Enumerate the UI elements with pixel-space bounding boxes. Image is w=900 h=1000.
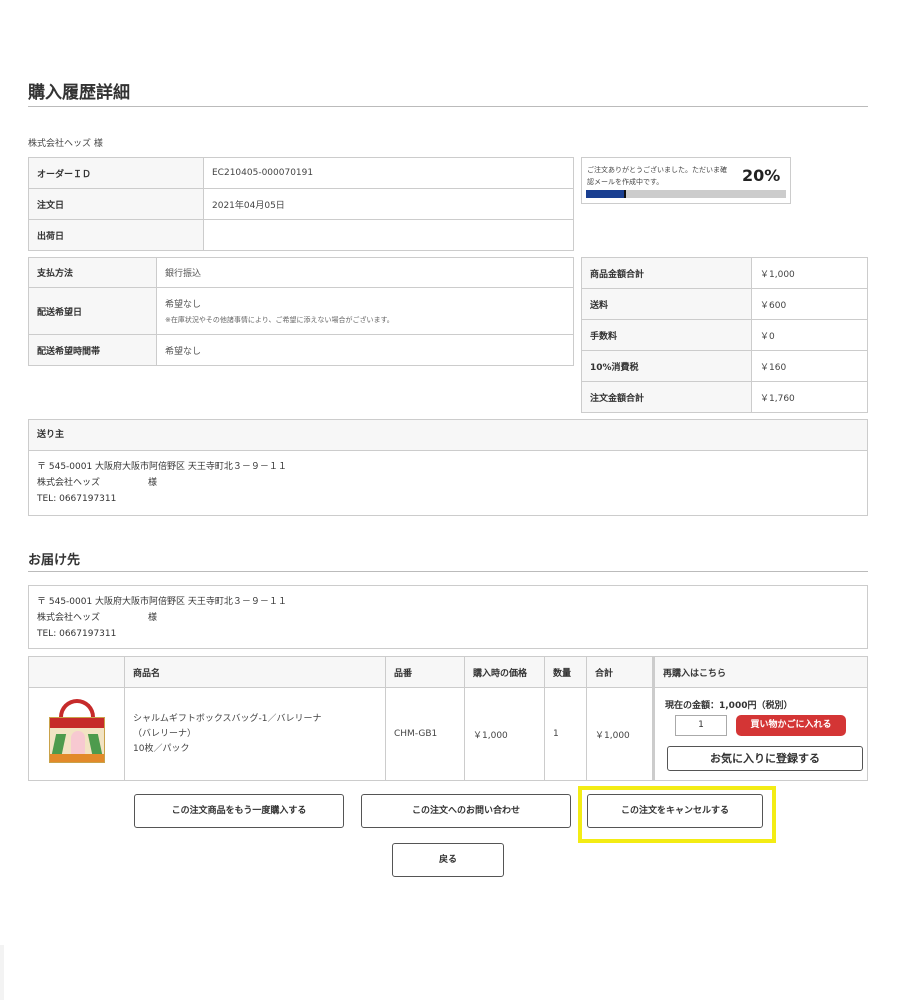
summary-row: 送料 ￥600 [581, 288, 868, 320]
delivery-date-value: 希望なし [165, 300, 202, 310]
items-header-row: 商品名 品番 購入時の価格 数量 合計 再購入はこちら [28, 656, 868, 688]
payment-method-label: 支払方法 [28, 257, 157, 288]
title-divider [28, 106, 868, 107]
subtotal-label: 商品金額合計 [581, 257, 752, 289]
delivery-time-row: 配送希望時間帯 希望なし [28, 334, 574, 366]
product-image[interactable] [45, 699, 109, 769]
sender-heading: 送り主 [29, 420, 867, 451]
payment-method-value: 銀行振込 [156, 257, 574, 288]
summary-row: 注文金額合計 ￥1,760 [581, 381, 868, 413]
ship-date-label: 出荷日 [28, 219, 204, 251]
order-date-label: 注文日 [28, 188, 204, 220]
payment-method-row: 支払方法 銀行振込 [28, 257, 574, 288]
order-info-table: オーダーＩＤ EC210405-000070191 注文日 2021年04月05… [28, 157, 574, 251]
quantity-header: 数量 [544, 656, 587, 688]
delivery-divider [28, 571, 868, 572]
add-to-cart-button[interactable]: 買い物かごに入れる [736, 715, 846, 736]
subtotal-value: ￥1,000 [751, 257, 868, 289]
sender-tel: TEL: 0667197311 [37, 494, 117, 504]
customer-name: 株式会社ヘッズ 様 [28, 139, 103, 149]
fee-label: 手数料 [581, 319, 752, 351]
tax-value: ￥160 [751, 350, 868, 382]
delivery-honorific: 様 [148, 613, 158, 623]
delivery-company: 株式会社ヘッズ [37, 613, 101, 623]
progress-message: ご注文ありがとうございました。ただいま確認メールを作成中です。 [587, 166, 727, 186]
order-id-row: オーダーＩＤ EC210405-000070191 [28, 157, 574, 189]
summary-row: 商品金額合計 ￥1,000 [581, 257, 868, 289]
rebuy-quantity-input[interactable]: 1 [675, 715, 727, 736]
sender-company: 株式会社ヘッズ [37, 478, 101, 488]
inquiry-button[interactable]: この注文へのお問い合わせ [361, 794, 571, 828]
sender-address-block: 〒 545-0001 大阪府大阪市阿倍野区 天王寺町北３－９－１１ 株式会社ヘッ… [29, 451, 867, 515]
line-total: ￥1,000 [586, 687, 654, 781]
progress-percent: 20% [742, 166, 781, 185]
product-image-cell [28, 687, 125, 781]
current-price: 現在の金額：1,000円（税別） [665, 701, 793, 711]
delivery-address: 〒 545-0001 大阪府大阪市阿倍野区 天王寺町北３－９－１１ [37, 597, 287, 607]
image-column-header [28, 656, 125, 688]
delivery-address-block: 〒 545-0001 大阪府大阪市阿倍野区 天王寺町北３－９－１１ 株式会社ヘッ… [29, 586, 867, 650]
delivery-date-row: 配送希望日 希望なし ※在庫状況やその他諸事情により、ご希望に添えない場合がござ… [28, 287, 574, 335]
product-pack: 10枚／パック [133, 743, 190, 754]
ship-date-value [203, 219, 574, 251]
sender-address: 〒 545-0001 大阪府大阪市阿倍野区 天王寺町北３－９－１１ [37, 462, 287, 472]
purchase-price: ￥1,000 [464, 687, 545, 781]
progress-fill [586, 190, 626, 198]
tax-label: 10%消費税 [581, 350, 752, 382]
order-id-value: EC210405-000070191 [203, 157, 574, 189]
order-progress: ご注文ありがとうございました。ただいま確認メールを作成中です。 20% [581, 157, 791, 204]
ship-date-row: 出荷日 [28, 219, 574, 251]
sender-honorific: 様 [148, 478, 158, 488]
delivery-date-note: ※在庫状況やその他諸事情により、ご希望に添えない場合がございます。 [165, 316, 394, 324]
product-name[interactable]: シャルムギフトボックスバッグ-1／バレリーナ [133, 712, 377, 727]
payment-table: 支払方法 銀行振込 配送希望日 希望なし ※在庫状況やその他諸事情により、ご希望… [28, 257, 574, 366]
total-header: 合計 [586, 656, 654, 688]
order-id-label: オーダーＩＤ [28, 157, 204, 189]
shipping-value: ￥600 [751, 288, 868, 320]
product-code: CHM-GB1 [385, 687, 465, 781]
summary-row: 10%消費税 ￥160 [581, 350, 868, 382]
delivery-time-label: 配送希望時間帯 [28, 334, 157, 366]
rebuy-cell: 現在の金額：1,000円（税別） 1 買い物かごに入れる お気に入りに登録する [652, 687, 868, 781]
progress-track [586, 190, 786, 198]
purchase-price-header: 購入時の価格 [464, 656, 545, 688]
cancel-order-button[interactable]: この注文をキャンセルする [587, 794, 763, 828]
sender-section: 送り主 〒 545-0001 大阪府大阪市阿倍野区 天王寺町北３－９－１１ 株式… [28, 419, 868, 516]
reorder-button[interactable]: この注文商品をもう一度購入する [134, 794, 344, 828]
delivery-date-label: 配送希望日 [28, 287, 157, 335]
delivery-address-box: 〒 545-0001 大阪府大阪市阿倍野区 天王寺町北３－９－１１ 株式会社ヘッ… [28, 585, 868, 649]
quantity: 1 [544, 687, 587, 781]
order-date-row: 注文日 2021年04月05日 [28, 188, 574, 220]
product-variant: （バレリーナ） [133, 728, 197, 739]
product-name-header: 商品名 [124, 656, 386, 688]
edge-decoration [0, 945, 4, 1000]
delivery-tel: TEL: 0667197311 [37, 629, 117, 639]
back-button[interactable]: 戻る [392, 843, 504, 877]
shipping-label: 送料 [581, 288, 752, 320]
order-total-value: ￥1,760 [751, 381, 868, 413]
page-title: 購入履歴詳細 [28, 83, 130, 103]
order-items-table: 商品名 品番 購入時の価格 数量 合計 再購入はこちら シャルムギフトボックスバ… [28, 656, 868, 781]
product-name-cell: シャルムギフトボックスバッグ-1／バレリーナ （バレリーナ） 10枚／パック [124, 687, 386, 781]
item-row: シャルムギフトボックスバッグ-1／バレリーナ （バレリーナ） 10枚／パック C… [28, 687, 868, 781]
fee-value: ￥0 [751, 319, 868, 351]
delivery-time-value: 希望なし [156, 334, 574, 366]
rebuy-header: 再購入はこちら [652, 656, 868, 688]
delivery-heading: お届け先 [28, 553, 81, 568]
product-code-header: 品番 [385, 656, 465, 688]
order-date-value: 2021年04月05日 [203, 188, 574, 220]
add-to-favorites-button[interactable]: お気に入りに登録する [667, 746, 863, 771]
order-total-label: 注文金額合計 [581, 381, 752, 413]
price-summary-table: 商品金額合計 ￥1,000 送料 ￥600 手数料 ￥0 10%消費税 ￥160… [581, 257, 868, 413]
summary-row: 手数料 ￥0 [581, 319, 868, 351]
